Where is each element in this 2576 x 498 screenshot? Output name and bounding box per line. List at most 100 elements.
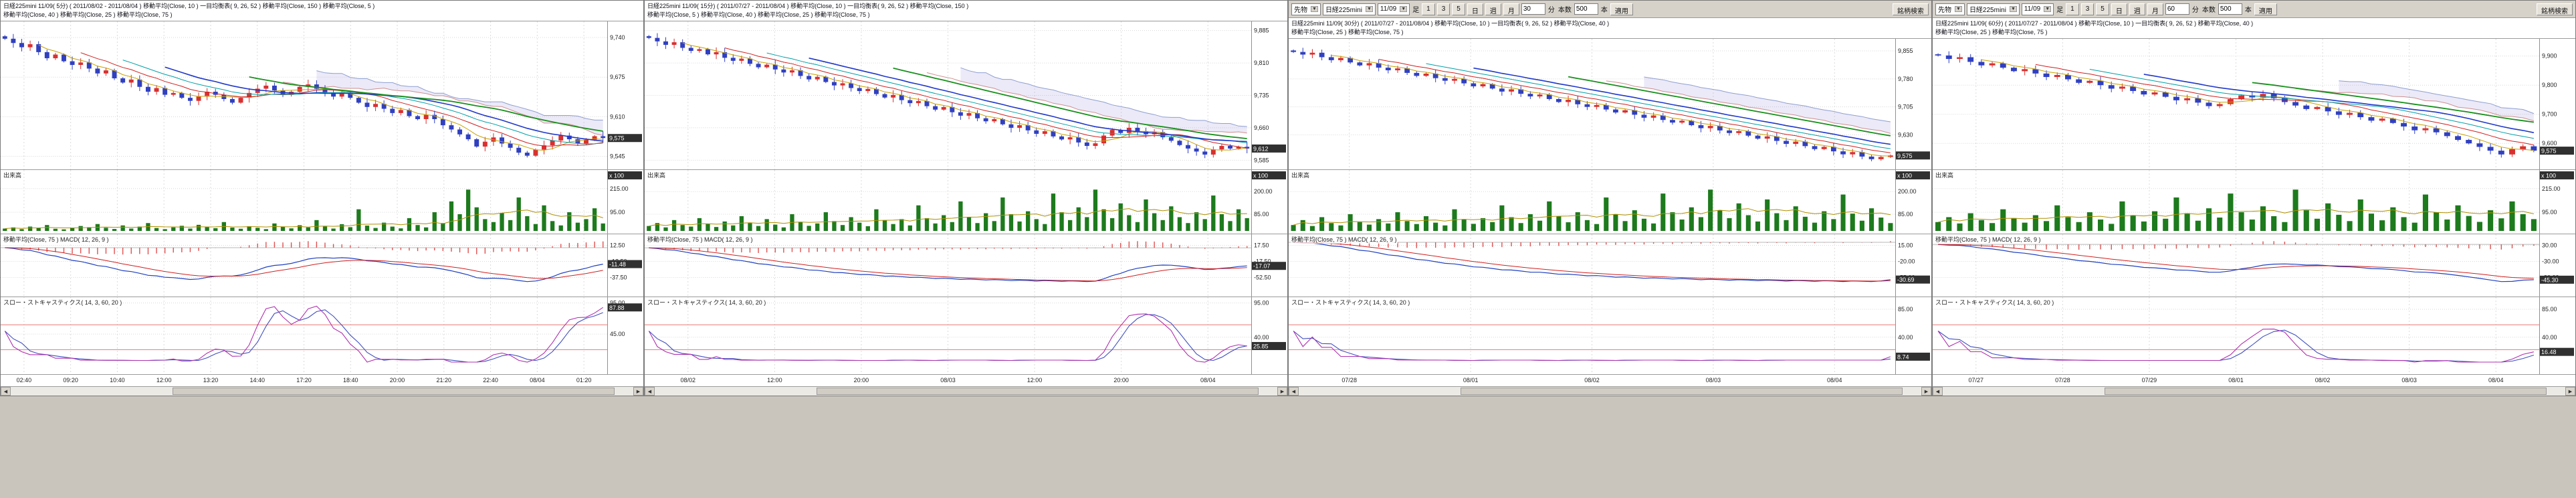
svg-text:9,885: 9,885 — [1254, 27, 1269, 34]
chart-panel-5min: 日経225mini 11/09( 5分) ( 2011/08/02 - 2011… — [0, 0, 644, 396]
h-scrollbar[interactable]: ◀ ▶ — [645, 386, 1287, 396]
chart-panels-row: 日経225mini 11/09( 5分) ( 2011/08/02 - 2011… — [0, 0, 2576, 396]
time-label: 08/03 — [934, 377, 963, 384]
svg-text:9,575: 9,575 — [609, 135, 625, 142]
time-label: 08/03 — [1699, 377, 1728, 384]
svg-text:9,585: 9,585 — [1254, 157, 1269, 163]
price-chart[interactable]: 9,8559,7809,7059,6309,575 — [1289, 38, 1931, 169]
category-select[interactable]: 先物▼ — [1291, 3, 1321, 15]
svg-text:95.00: 95.00 — [610, 209, 625, 216]
volume-pane[interactable]: 出来高 200.0085.00x 100 — [1289, 169, 1931, 234]
interval-3min-button[interactable]: 3 — [1437, 3, 1451, 15]
scroll-thumb[interactable] — [1461, 388, 1903, 395]
volume-pane[interactable]: 出来高 215.0095.00x 100 — [1, 169, 643, 234]
macd-pane[interactable]: 移動平均(Close, 75 ) MACD( 12, 26, 9 ) 30.00… — [1933, 234, 2575, 297]
interval-1min-button[interactable]: 1 — [1422, 3, 1435, 15]
svg-text:200.00: 200.00 — [1254, 188, 1273, 195]
chart-title-line1: 日経225mini 11/09( 15分) ( 2011/07/27 - 201… — [647, 2, 1285, 11]
svg-text:9,735: 9,735 — [1254, 92, 1269, 99]
svg-text:30.00: 30.00 — [2542, 242, 2557, 249]
apply-button[interactable]: 適用 — [2254, 3, 2277, 15]
price-chart[interactable]: 9,7409,6759,6109,5459,575 — [1, 21, 643, 169]
scroll-track[interactable] — [1943, 387, 2565, 396]
bar-count-label: 本数 — [1558, 4, 1572, 14]
scroll-track[interactable] — [655, 387, 1277, 396]
time-label: 14:40 — [243, 377, 272, 384]
contract-month-select[interactable]: 11/09▼ — [1378, 3, 1410, 15]
macd-pane[interactable]: 移動平均(Close, 75 ) MACD( 12, 26, 9 ) 17.50… — [645, 234, 1287, 297]
category-select[interactable]: 先物▼ — [1935, 3, 1965, 15]
svg-text:12.50: 12.50 — [610, 242, 625, 249]
macd-pane[interactable]: 移動平均(Close, 75 ) MACD( 12, 26, 9 ) 15.00… — [1289, 234, 1931, 297]
interval-5min-button[interactable]: 5 — [2096, 3, 2109, 15]
svg-text:40.00: 40.00 — [2542, 334, 2557, 341]
interval-week-button[interactable]: 週 — [2129, 3, 2145, 15]
instrument-select[interactable]: 日経225mini▼ — [1323, 3, 1376, 15]
svg-text:9,575: 9,575 — [2541, 148, 2557, 155]
scroll-right-button[interactable]: ▶ — [1277, 387, 1287, 396]
interval-week-button[interactable]: 週 — [1485, 3, 1501, 15]
interval-1min-button[interactable]: 1 — [2066, 3, 2079, 15]
interval-5min-button[interactable]: 5 — [1452, 3, 1465, 15]
svg-text:-45.30: -45.30 — [2541, 276, 2559, 283]
time-axis: 02:4009:2010:4012:0013:2014:4017:2018:40… — [1, 374, 643, 386]
interval-day-button[interactable]: 日 — [1467, 3, 1483, 15]
instrument-select-value: 日経225mini — [1969, 4, 2006, 14]
instrument-select[interactable]: 日経225mini▼ — [1967, 3, 2020, 15]
svg-text:9,630: 9,630 — [1898, 132, 1913, 139]
interval-minutes-input[interactable] — [1521, 3, 1545, 15]
stoch-pane[interactable]: スロー・ストキャスティクス( 14, 3, 60, 20 ) 85.0040.0… — [1289, 297, 1931, 374]
volume-pane[interactable]: 出来高 215.0095.00x 100 — [1933, 169, 2575, 234]
symbol-search-button[interactable]: 銘柄検索 — [1893, 3, 1929, 15]
bar-count-input[interactable] — [1574, 3, 1598, 15]
scroll-right-button[interactable]: ▶ — [633, 387, 643, 396]
time-label: 07/28 — [2048, 377, 2077, 384]
svg-text:9,810: 9,810 — [1254, 60, 1269, 66]
bar-count-input[interactable] — [2218, 3, 2242, 15]
h-scrollbar[interactable]: ◀ ▶ — [1933, 386, 2575, 396]
interval-minutes-input[interactable] — [2165, 3, 2189, 15]
scroll-thumb[interactable] — [2105, 388, 2547, 395]
scroll-track[interactable] — [11, 387, 633, 396]
time-label: 13:20 — [196, 377, 225, 384]
chart-title-line2: 移動平均(Close, 5 ) 移動平均(Close, 40 ) 移動平均(Cl… — [647, 11, 1285, 19]
svg-text:x 100: x 100 — [1897, 173, 1912, 179]
bar-type-label: 足 — [1412, 4, 1420, 14]
contract-month-select[interactable]: 11/09▼ — [2022, 3, 2054, 15]
interval-month-button[interactable]: 月 — [1503, 3, 1519, 15]
chart-title-line1: 日経225mini 11/09( 60分) ( 2011/07/27 - 201… — [1935, 19, 2573, 28]
time-label: 01:20 — [569, 377, 599, 384]
h-scrollbar[interactable]: ◀ ▶ — [1, 386, 643, 396]
stoch-pane[interactable]: スロー・ストキャスティクス( 14, 3, 60, 20 ) 85.0040.0… — [1933, 297, 2575, 374]
scroll-left-button[interactable]: ◀ — [1, 387, 11, 396]
scroll-thumb[interactable] — [173, 388, 615, 395]
volume-pane[interactable]: 出来高 200.0085.00x 100 — [645, 169, 1287, 234]
time-label: 20:00 — [383, 377, 412, 384]
price-chart[interactable]: 9,9009,8009,7009,6009,575 — [1933, 38, 2575, 169]
svg-text:9,575: 9,575 — [1897, 153, 1913, 159]
symbol-search-button[interactable]: 銘柄検索 — [2537, 3, 2573, 15]
h-scrollbar[interactable]: ◀ ▶ — [1289, 386, 1931, 396]
scroll-left-button[interactable]: ◀ — [1289, 387, 1299, 396]
interval-3min-button[interactable]: 3 — [2081, 3, 2095, 15]
time-label: 08/04 — [1820, 377, 1849, 384]
interval-month-button[interactable]: 月 — [2147, 3, 2163, 15]
svg-text:87.88: 87.88 — [609, 305, 625, 311]
scroll-right-button[interactable]: ▶ — [1921, 387, 1931, 396]
svg-text:9,610: 9,610 — [610, 113, 625, 120]
price-plot: 9,8559,7809,7059,6309,575 — [1289, 39, 1931, 169]
stoch-pane[interactable]: スロー・ストキャスティクス( 14, 3, 60, 20 ) 95.0045.0… — [1, 297, 643, 374]
scroll-right-button[interactable]: ▶ — [2565, 387, 2575, 396]
stoch-pane[interactable]: スロー・ストキャスティクス( 14, 3, 60, 20 ) 95.0040.0… — [645, 297, 1287, 374]
macd-label: 移動平均(Close, 75 ) MACD( 12, 26, 9 ) — [1935, 235, 2042, 244]
time-label: 08/01 — [1456, 377, 1485, 384]
macd-pane[interactable]: 移動平均(Close, 75 ) MACD( 12, 26, 9 ) 12.50… — [1, 234, 643, 297]
scroll-track[interactable] — [1299, 387, 1921, 396]
stoch-plot: 85.0040.008.74 — [1289, 297, 1931, 374]
price-chart[interactable]: 9,8859,8109,7359,6609,5859,612 — [645, 21, 1287, 169]
scroll-left-button[interactable]: ◀ — [1933, 387, 1943, 396]
interval-day-button[interactable]: 日 — [2111, 3, 2127, 15]
scroll-left-button[interactable]: ◀ — [645, 387, 655, 396]
apply-button[interactable]: 適用 — [1610, 3, 1633, 15]
scroll-thumb[interactable] — [817, 388, 1259, 395]
